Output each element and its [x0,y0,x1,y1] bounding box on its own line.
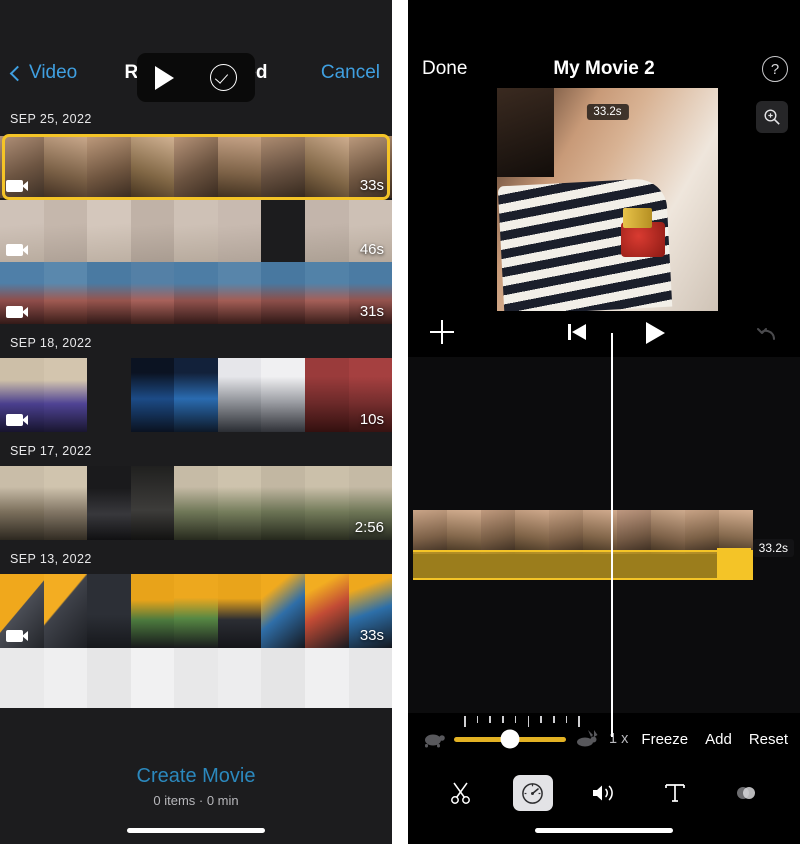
timeline-clip[interactable] [413,510,753,580]
create-movie-button[interactable]: Create Movie [137,765,256,788]
editor-toolbar [408,765,800,844]
filmstrip [0,262,392,324]
scissors-icon[interactable] [442,775,482,811]
playhead-line[interactable] [611,333,614,737]
timeline-area[interactable]: 33.2s [408,357,800,713]
magnifier-plus-icon[interactable] [756,101,788,133]
date-header: SEP 17, 2022 [10,444,92,458]
reset-button[interactable]: Reset [749,731,788,748]
video-badge-icon [6,306,28,318]
clip-preview-actions [137,53,255,102]
preview-time-badge: 33.2s [586,104,629,120]
filmstrip [0,648,392,708]
project-title: My Movie 2 [553,58,655,79]
speed-slider-track[interactable] [454,729,566,749]
speed-ticks [464,716,580,727]
freeze-button[interactable]: Freeze [641,731,688,748]
speed-actions: Freeze Add Reset [641,731,788,748]
video-badge-icon [6,414,28,426]
video-badge-icon [6,244,28,256]
video-badge-icon [6,630,28,642]
cancel-button[interactable]: Cancel [321,62,380,84]
panel-divider [392,0,408,844]
clip-duration: 33s [359,627,384,644]
undo-icon[interactable] [756,320,780,344]
photo-picker-panel: Video Recently Added Cancel SEP 25, 2022 [0,0,392,844]
rabbit-icon[interactable] [574,730,600,748]
screenshot-root: Video Recently Added Cancel SEP 25, 2022 [0,0,800,844]
back-to-video-button[interactable]: Video [9,62,78,84]
filters-icon[interactable] [726,775,766,811]
skip-to-start-icon[interactable] [568,322,588,342]
filmstrip [0,574,392,648]
selection-summary: 0 items · 0 min [153,793,239,808]
text-icon[interactable] [655,775,695,811]
list-item[interactable]: 33s [0,136,392,198]
date-header: SEP 18, 2022 [10,336,92,350]
video-preview[interactable]: 33.2s [497,88,718,311]
chevron-left-icon [9,65,26,81]
add-speed-button[interactable]: Add [705,731,732,748]
checkmark-circle-icon[interactable] [210,64,237,91]
speedometer-icon[interactable] [512,775,553,811]
timeline-clip-duration: 33.2s [752,539,794,557]
imovie-editor-panel: Done My Movie 2 ? 33.2s 33.2s 1 x Freeze… [408,0,800,844]
speed-slider-thumb[interactable] [500,729,520,749]
filmstrip [0,466,392,540]
timeline-filmstrip [413,510,753,554]
back-label: Video [29,62,78,83]
video-badge-icon [6,180,28,192]
speed-overlay-bar[interactable] [413,548,753,580]
clip-duration: 10s [359,411,384,428]
clip-duration: 46s [359,241,384,258]
volume-icon[interactable] [584,775,624,811]
home-indicator [127,828,265,833]
list-item[interactable]: 10s [0,358,392,432]
filmstrip [0,136,392,198]
speed-control-bar: 1 x Freeze Add Reset [408,713,800,765]
speed-bar-handle[interactable] [717,548,751,578]
create-movie-bar: Create Movie 0 items · 0 min [0,749,392,844]
play-icon[interactable] [646,322,665,344]
list-item[interactable]: 31s [0,262,392,324]
plus-icon[interactable] [430,320,454,344]
list-item-partial[interactable] [0,648,392,708]
home-indicator [535,828,673,833]
clip-selected-wrapper: 33s [0,134,392,200]
date-header: SEP 13, 2022 [10,552,92,566]
question-mark-icon[interactable]: ? [762,56,788,82]
list-item[interactable]: 33s [0,574,392,648]
filmstrip [0,358,392,432]
turtle-icon[interactable] [420,730,446,748]
list-item[interactable]: 2:56 [0,466,392,540]
clip-duration: 2:56 [354,519,384,536]
editor-nav-bar: Done My Movie 2 ? [408,0,800,133]
playhead-marker [598,311,626,328]
clip-duration: 33s [359,177,384,194]
filmstrip [0,200,392,262]
play-icon[interactable] [155,65,174,90]
clip-duration: 31s [359,303,384,320]
date-header: SEP 25, 2022 [10,112,92,126]
list-item[interactable]: 46s [0,200,392,262]
